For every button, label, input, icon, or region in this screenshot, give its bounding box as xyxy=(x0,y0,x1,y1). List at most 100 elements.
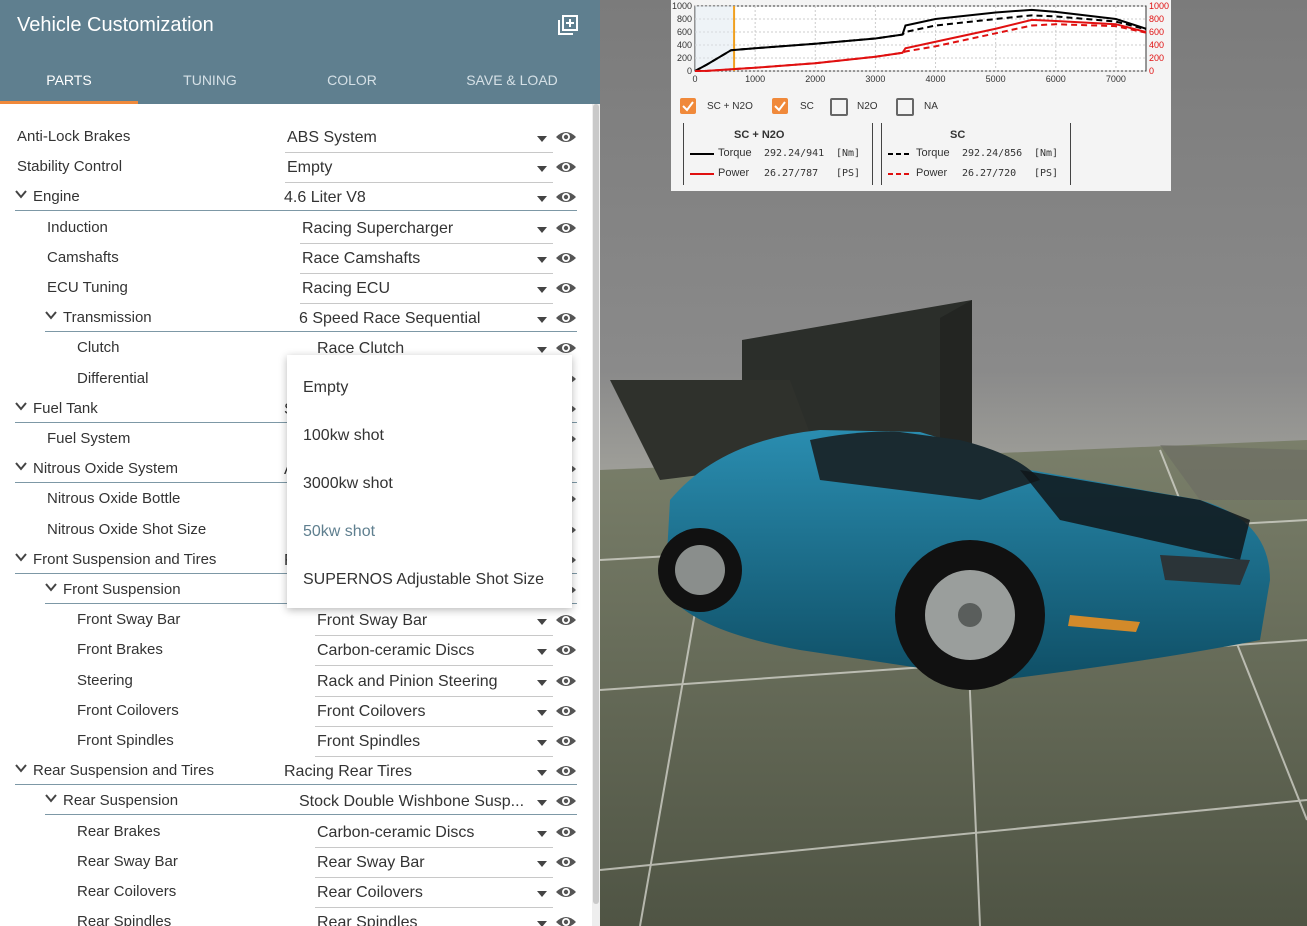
x-axis-tick-label: 3000 xyxy=(865,74,885,84)
dropdown-option[interactable]: 3000kw shot xyxy=(303,475,393,493)
part-row: Rear Sway Bar Rear Sway Bar xyxy=(0,846,590,878)
tab-parts[interactable]: PARTS xyxy=(0,60,138,104)
eye-icon[interactable] xyxy=(555,250,577,266)
caret-down-icon xyxy=(537,679,547,686)
tab-label: COLOR xyxy=(327,72,377,88)
dropdown-option-selected[interactable]: 50kw shot xyxy=(303,523,375,541)
legend-torque-label: Torque xyxy=(916,147,950,159)
chevron-down-icon[interactable] xyxy=(45,581,57,593)
eye-icon[interactable] xyxy=(555,220,577,236)
eye-icon[interactable] xyxy=(555,673,577,689)
eye-icon[interactable] xyxy=(555,340,577,356)
part-select-value: Racing Rear Tires xyxy=(284,763,413,781)
legend-torque-unit: [Nm] xyxy=(1034,148,1059,159)
part-select[interactable]: ABS System xyxy=(285,126,553,153)
tab-tuning[interactable]: TUNING xyxy=(140,60,280,104)
eye-icon[interactable] xyxy=(555,280,577,296)
caret-down-icon xyxy=(537,136,547,142)
part-select[interactable]: Racing ECU xyxy=(300,277,553,304)
part-select[interactable]: Rear Coilovers xyxy=(315,881,553,908)
legend-power-unit: [PS] xyxy=(1034,168,1059,179)
part-select-value: Race Camshafts xyxy=(302,249,421,267)
part-select[interactable]: 4.6 Liter V8 xyxy=(282,186,553,212)
part-select-value: 4.6 Liter V8 xyxy=(284,189,366,207)
part-select[interactable]: Carbon-ceramic Discs xyxy=(315,821,553,848)
eye-icon[interactable] xyxy=(555,884,577,900)
toggle-na-checkbox[interactable] xyxy=(896,98,914,116)
eye-icon[interactable] xyxy=(555,642,577,658)
part-select[interactable]: Rack and Pinion Steering xyxy=(315,670,553,697)
part-label: Nitrous Oxide Bottle xyxy=(47,490,181,508)
add-window-icon[interactable] xyxy=(558,15,578,35)
eye-icon[interactable] xyxy=(555,854,577,870)
part-select[interactable]: Front Coilovers xyxy=(315,700,553,727)
part-row: Rear Suspension Stock Double Wishbone Sus… xyxy=(0,785,590,816)
panel-title: Vehicle Customization xyxy=(17,14,214,36)
chevron-down-icon[interactable] xyxy=(15,188,27,200)
part-select[interactable]: Empty xyxy=(285,156,553,184)
part-row: Induction Racing Supercharger xyxy=(0,212,590,244)
chevron-down-icon[interactable] xyxy=(15,460,27,472)
scrollbar-thumb[interactable] xyxy=(593,104,599,904)
eye-icon[interactable] xyxy=(555,914,577,926)
chevron-down-icon[interactable] xyxy=(15,551,27,563)
eye-icon[interactable] xyxy=(555,763,577,779)
dropdown-option[interactable]: 100kw shot xyxy=(303,427,384,445)
caret-down-icon xyxy=(537,166,547,173)
part-label: Front Suspension and Tires xyxy=(33,550,217,568)
active-tab-indicator xyxy=(0,101,138,104)
eye-icon[interactable] xyxy=(555,129,577,145)
eye-icon[interactable] xyxy=(555,703,577,719)
eye-icon[interactable] xyxy=(555,824,577,840)
legend-torque-value: 292.24/856 xyxy=(962,148,1023,159)
part-label: Front Sway Bar xyxy=(77,611,181,629)
chevron-down-icon[interactable] xyxy=(45,792,57,804)
checkmark-icon xyxy=(682,101,694,112)
part-label: Rear Sway Bar xyxy=(77,852,178,870)
part-select-value: Rear Sway Bar xyxy=(317,853,425,871)
torque-line-swatch xyxy=(690,153,714,155)
part-select[interactable]: Carbon-ceramic Discs xyxy=(315,639,553,667)
eye-icon[interactable] xyxy=(555,793,577,809)
part-select[interactable]: Rear Sway Bar xyxy=(315,851,553,878)
toggle-sc-checkbox[interactable] xyxy=(772,98,788,114)
x-axis-tick-label: 5000 xyxy=(986,74,1006,84)
legend-power-value: 26.27/720 xyxy=(962,168,1017,179)
part-row: Front Brakes Carbon-ceramic Discs xyxy=(0,634,590,667)
chevron-down-icon[interactable] xyxy=(15,762,27,774)
tab-color[interactable]: COLOR xyxy=(282,60,422,104)
caret-down-icon xyxy=(537,226,547,233)
dyno-chart: 10008006004002000100080060040020000 1000 2… xyxy=(672,1,1169,84)
tab-label: SAVE & LOAD xyxy=(466,72,558,88)
part-select-value: Rack and Pinion Steering xyxy=(317,672,498,690)
eye-icon[interactable] xyxy=(555,733,577,749)
part-select-value: Front Spindles xyxy=(317,733,421,750)
part-select[interactable]: Rear Spindles xyxy=(315,911,553,926)
part-select[interactable]: Front Spindles xyxy=(315,730,553,757)
part-row: Camshafts Race Camshafts xyxy=(0,242,590,274)
caret-down-icon xyxy=(537,709,547,716)
part-select[interactable]: Race Camshafts xyxy=(300,247,553,274)
part-row: ECU Tuning Racing ECU xyxy=(0,272,590,304)
part-select-value: ABS System xyxy=(287,129,377,146)
part-select[interactable]: Racing Supercharger xyxy=(300,217,553,244)
chevron-down-icon[interactable] xyxy=(15,400,27,412)
part-select[interactable]: Racing Rear Tires xyxy=(282,760,553,786)
eye-icon[interactable] xyxy=(555,159,577,175)
eye-icon[interactable] xyxy=(555,189,577,205)
part-select[interactable]: Stock Double Wishbone Susp... xyxy=(297,790,553,816)
part-select[interactable]: 6 Speed Race Sequential xyxy=(297,307,553,333)
eye-icon[interactable] xyxy=(555,310,577,326)
part-label: Transmission xyxy=(63,309,152,327)
toggle-n2o-checkbox[interactable] xyxy=(830,98,848,116)
dropdown-option[interactable]: Empty xyxy=(303,379,348,397)
part-select[interactable]: Front Sway Bar xyxy=(315,609,553,637)
part-row: Stability Control Empty xyxy=(0,151,590,184)
toggle-sc-n2o-checkbox[interactable] xyxy=(680,98,696,114)
tab-save-load[interactable]: SAVE & LOAD xyxy=(424,60,600,104)
eye-icon[interactable] xyxy=(555,612,577,628)
x-axis-tick-label: 2000 xyxy=(805,74,825,84)
chevron-down-icon[interactable] xyxy=(45,309,57,321)
part-select-value: Empty xyxy=(287,159,333,177)
dropdown-option[interactable]: SUPERNOS Adjustable Shot Size xyxy=(303,571,544,589)
